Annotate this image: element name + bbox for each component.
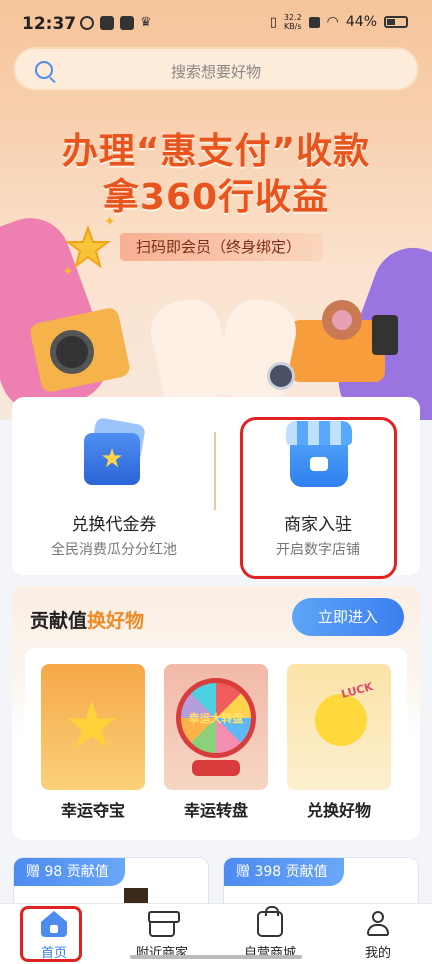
prize-lucky-treasure[interactable]: ★ 幸运夺宝 [41, 664, 145, 821]
prize-image: LUCK [287, 664, 391, 790]
notification-icons: ♛ [80, 16, 154, 30]
tab-mine[interactable]: 我的 [324, 904, 432, 964]
bag-icon [257, 906, 283, 937]
sparkle-icon: ✦ [62, 264, 74, 280]
wifi-icon: ◠ [326, 14, 339, 30]
wheel-badge-text: 幸运大转盘 [188, 712, 244, 725]
illustration-watch [267, 362, 295, 390]
enter-now-button[interactable]: 立即进入 [292, 598, 404, 636]
search-placeholder: 搜索想要好物 [170, 63, 261, 81]
prize-label: 幸运夺宝 [60, 801, 125, 820]
tab-label: 我的 [364, 946, 391, 961]
banner-headline-line2: 拿360行收益 [102, 177, 330, 218]
luck-badge-text: LUCK [339, 680, 375, 701]
status-bar: 12:37 ♛ ▯ 32.2 KB/s ◠ 44% [0, 0, 432, 44]
crown-notification-icon: ♛ [140, 15, 152, 30]
sim-off-icon [308, 16, 320, 28]
illustration-donut [322, 300, 362, 340]
play-notification-icon [120, 16, 134, 30]
banner-headline-line1: 办理“惠支付”收款 [61, 131, 371, 172]
banner-subtitle: 扫码即会员（终身绑定） [120, 233, 324, 261]
exchange-coupon-entry[interactable]: ★ 兑换代金券 全民消费瓜分分红池 [12, 397, 216, 575]
star-mascot-icon: ★ [63, 689, 121, 763]
mail-notification-icon [100, 16, 114, 30]
status-time: 12:37 [22, 14, 77, 34]
feature-subtitle: 全民消费瓜分分红池 [51, 542, 177, 558]
prize-image: 幸运大转盘 [164, 664, 268, 790]
status-right-icons: ▯ 32.2 KB/s ◠ 44% [270, 13, 408, 31]
search-bar[interactable]: 搜索想要好物 [13, 47, 419, 91]
prize-lucky-wheel[interactable]: 幸运大转盘 幸运转盘 [164, 664, 268, 821]
prize-image: ★ [41, 664, 145, 790]
battery-percent: 44% [345, 14, 377, 30]
contribution-badge: 赠 398 贡献值 [224, 858, 344, 886]
illustration-vinyl-record [50, 330, 94, 374]
shop-icon [148, 911, 180, 937]
chick-mascot-icon [315, 694, 367, 746]
contribution-badge: 赠 98 贡献值 [14, 858, 125, 886]
sparkle-icon: ✦ [104, 214, 116, 230]
highlight-annotation [20, 906, 82, 962]
coupon-icon: ★ [84, 417, 146, 487]
section-title: 贡献值换好物 [30, 610, 145, 632]
feature-title: 兑换代金券 [71, 515, 157, 535]
home-indicator [130, 955, 302, 959]
prize-list: ★ 幸运夺宝 幸运大转盘 幸运转盘 LUCK 兑换好物 [25, 648, 407, 826]
highlight-annotation [240, 417, 397, 579]
illustration-cup [372, 315, 398, 355]
network-speed: 32.2 KB/s [283, 13, 302, 31]
app-notification-icon [80, 16, 94, 30]
prize-exchange-goods[interactable]: LUCK 兑换好物 [287, 664, 391, 821]
illustration-hand-right [212, 293, 302, 407]
vibrate-icon: ▯ [269, 14, 277, 30]
contribution-exchange-card: 贡献值换好物 立即进入 ★ 幸运夺宝 幸运大转盘 幸运转盘 LUCK 兑换好物 [12, 586, 420, 840]
prize-label: 幸运转盘 [183, 801, 248, 820]
prize-label: 兑换好物 [306, 801, 371, 820]
user-icon [365, 911, 391, 937]
battery-icon [384, 16, 408, 28]
